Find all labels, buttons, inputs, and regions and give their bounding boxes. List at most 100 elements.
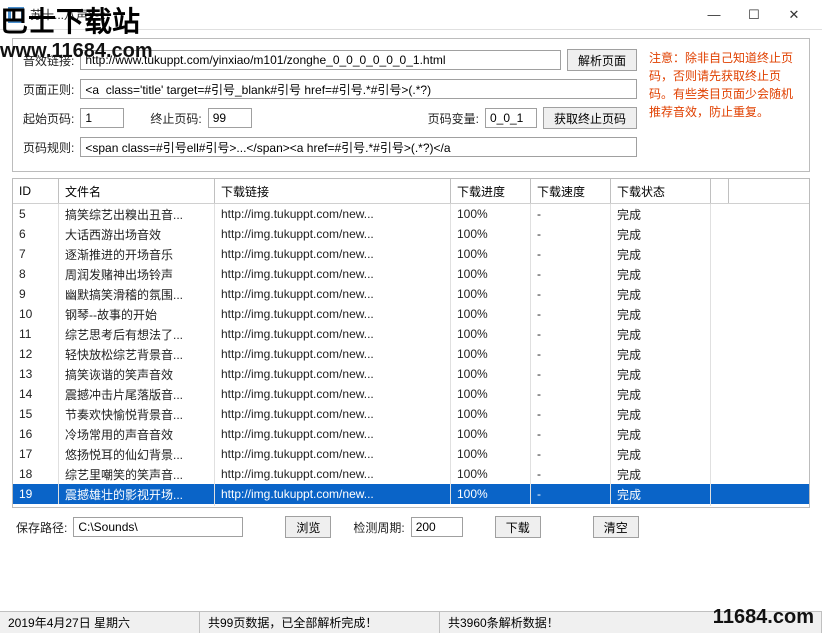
link-input[interactable] <box>80 50 561 70</box>
cell-link: http://img.tukuppt.com/new... <box>215 404 451 424</box>
cell-speed: - <box>531 464 611 484</box>
download-table: ID 文件名 下载链接 下载进度 下载速度 下载状态 5搞笑综艺出糗出丑音...… <box>12 178 810 508</box>
app-icon <box>8 7 24 23</box>
download-button[interactable]: 下载 <box>495 516 541 538</box>
cell-speed: - <box>531 384 611 404</box>
cell-speed: - <box>531 324 611 344</box>
table-row[interactable]: 6大话西游出场音效http://img.tukuppt.com/new...10… <box>13 224 809 244</box>
status-date: 2019年4月27日 星期六 <box>0 612 200 633</box>
save-path-input[interactable] <box>73 517 243 537</box>
cell-prog: 100% <box>451 404 531 424</box>
cell-id: 16 <box>13 424 59 444</box>
cell-prog: 100% <box>451 444 531 464</box>
start-page-label: 起始页码: <box>23 110 74 127</box>
cell-name: 震撼雄壮的影视开场... <box>59 483 215 506</box>
cell-link: http://img.tukuppt.com/new... <box>215 444 451 464</box>
cell-prog: 100% <box>451 244 531 264</box>
page-var-input[interactable] <box>485 108 537 128</box>
end-page-input[interactable] <box>208 108 252 128</box>
regex-label: 页面正则: <box>23 81 74 98</box>
table-body[interactable]: 5搞笑综艺出糗出丑音...http://img.tukuppt.com/new.… <box>13 204 809 507</box>
cell-prog: 100% <box>451 324 531 344</box>
cell-prog: 100% <box>451 364 531 384</box>
cell-speed: - <box>531 344 611 364</box>
check-period-input[interactable] <box>411 517 463 537</box>
table-row[interactable]: 14震撼冲击片尾落版音...http://img.tukuppt.com/new… <box>13 384 809 404</box>
window-controls: — ☐ ✕ <box>694 0 814 30</box>
cell-id: 10 <box>13 304 59 324</box>
cell-id: 14 <box>13 384 59 404</box>
close-button[interactable]: ✕ <box>774 0 814 30</box>
table-header: ID 文件名 下载链接 下载进度 下载速度 下载状态 <box>13 179 809 204</box>
header-speed[interactable]: 下载速度 <box>531 179 611 203</box>
cell-link: http://img.tukuppt.com/new... <box>215 224 451 244</box>
header-link[interactable]: 下载链接 <box>215 179 451 203</box>
cell-link: http://img.tukuppt.com/new... <box>215 264 451 284</box>
clear-button[interactable]: 清空 <box>593 516 639 538</box>
cell-speed: - <box>531 244 611 264</box>
table-row[interactable]: 11综艺思考后有想法了...http://img.tukuppt.com/new… <box>13 324 809 344</box>
page-rule-label: 页码规则: <box>23 139 74 156</box>
minimize-button[interactable]: — <box>694 0 734 30</box>
cell-link: http://img.tukuppt.com/new... <box>215 484 451 504</box>
cell-prog: 100% <box>451 484 531 504</box>
header-progress[interactable]: 下载进度 <box>451 179 531 203</box>
cell-id: 15 <box>13 404 59 424</box>
cell-id: 19 <box>13 484 59 504</box>
status-records: 共3960条解析数据！ <box>440 612 822 633</box>
table-row[interactable]: 15节奏欢快愉悦背景音...http://img.tukuppt.com/new… <box>13 404 809 424</box>
parse-button[interactable]: 解析页面 <box>567 49 637 71</box>
start-page-input[interactable] <box>80 108 124 128</box>
table-row[interactable]: 17悠扬悦耳的仙幻背景...http://img.tukuppt.com/new… <box>13 444 809 464</box>
cell-stat: 完成 <box>611 483 711 506</box>
cell-link: http://img.tukuppt.com/new... <box>215 304 451 324</box>
page-rule-input[interactable] <box>80 137 637 157</box>
window-title: 苏十...八声>- : <box>30 6 106 23</box>
header-scroll-spacer <box>711 179 729 203</box>
status-pages: 共99页数据，已全部解析完成！ <box>200 612 440 633</box>
table-row[interactable]: 13搞笑诙谐的笑声音效http://img.tukuppt.com/new...… <box>13 364 809 384</box>
header-id[interactable]: ID <box>13 179 59 203</box>
cell-link: http://img.tukuppt.com/new... <box>215 364 451 384</box>
table-row[interactable]: 8周润发赌神出场铃声http://img.tukuppt.com/new...1… <box>13 264 809 284</box>
table-row[interactable]: 10钢琴--故事的开始http://img.tukuppt.com/new...… <box>13 304 809 324</box>
cell-speed: - <box>531 444 611 464</box>
table-row[interactable]: 7逐渐推进的开场音乐http://img.tukuppt.com/new...1… <box>13 244 809 264</box>
cell-prog: 100% <box>451 204 531 224</box>
cell-speed: - <box>531 364 611 384</box>
table-row[interactable]: 18综艺里嘲笑的笑声音...http://img.tukuppt.com/new… <box>13 464 809 484</box>
regex-input[interactable] <box>80 79 637 99</box>
end-page-label: 终止页码: <box>150 110 201 127</box>
table-row[interactable]: 12轻快放松综艺背景音...http://img.tukuppt.com/new… <box>13 344 809 364</box>
cell-link: http://img.tukuppt.com/new... <box>215 384 451 404</box>
cell-prog: 100% <box>451 344 531 364</box>
link-label: 音效链接: <box>23 52 74 69</box>
cell-speed: - <box>531 404 611 424</box>
save-path-label: 保存路径: <box>16 519 67 536</box>
cell-speed: - <box>531 424 611 444</box>
cell-id: 8 <box>13 264 59 284</box>
cell-link: http://img.tukuppt.com/new... <box>215 464 451 484</box>
cell-prog: 100% <box>451 284 531 304</box>
cell-prog: 100% <box>451 264 531 284</box>
cell-id: 18 <box>13 464 59 484</box>
cell-id: 7 <box>13 244 59 264</box>
cell-prog: 100% <box>451 464 531 484</box>
table-row[interactable]: 9幽默搞笑滑稽的氛围...http://img.tukuppt.com/new.… <box>13 284 809 304</box>
cell-id: 6 <box>13 224 59 244</box>
titlebar: 苏十...八声>- : — ☐ ✕ <box>0 0 822 30</box>
cell-speed: - <box>531 264 611 284</box>
browse-button[interactable]: 浏览 <box>285 516 331 538</box>
cell-id: 12 <box>13 344 59 364</box>
table-row[interactable]: 5搞笑综艺出糗出丑音...http://img.tukuppt.com/new.… <box>13 204 809 224</box>
table-row[interactable]: 19震撼雄壮的影视开场...http://img.tukuppt.com/new… <box>13 484 809 504</box>
cell-id: 9 <box>13 284 59 304</box>
maximize-button[interactable]: ☐ <box>734 0 774 30</box>
table-row[interactable]: 16冷场常用的声音音效http://img.tukuppt.com/new...… <box>13 424 809 444</box>
header-status[interactable]: 下载状态 <box>611 179 711 203</box>
get-end-page-button[interactable]: 获取终止页码 <box>543 107 637 129</box>
cell-prog: 100% <box>451 424 531 444</box>
cell-prog: 100% <box>451 304 531 324</box>
header-name[interactable]: 文件名 <box>59 179 215 203</box>
cell-link: http://img.tukuppt.com/new... <box>215 324 451 344</box>
